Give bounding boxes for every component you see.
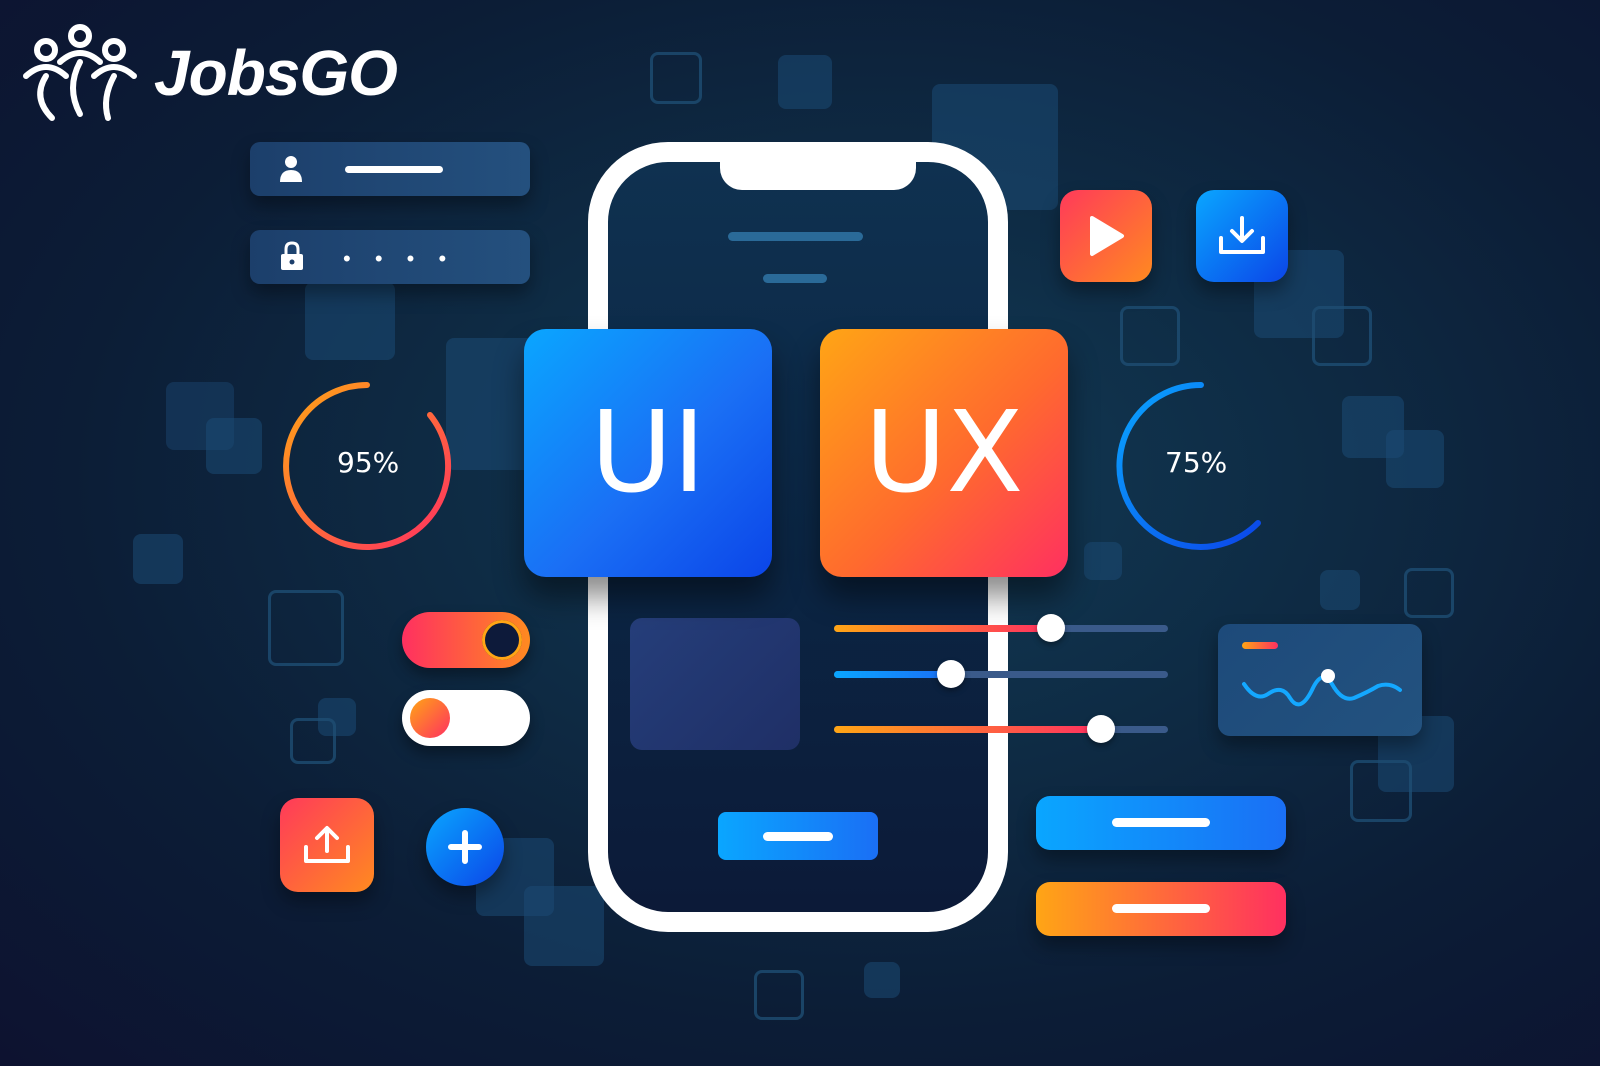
ux-card-label: UX xyxy=(864,388,1024,518)
lock-icon xyxy=(281,241,303,270)
deco-square xyxy=(206,418,262,474)
brand-logo[interactable]: JobsGO xyxy=(18,18,398,128)
brand-name: JobsGO xyxy=(154,37,398,109)
jobsgo-logo-icon xyxy=(23,24,137,121)
username-placeholder-line xyxy=(345,166,443,173)
gauge-label-95: 95% xyxy=(337,446,400,479)
user-icon xyxy=(280,156,302,182)
deco-square xyxy=(524,886,604,966)
password-mask: • • • • xyxy=(343,246,456,271)
download-button[interactable] xyxy=(1196,190,1288,282)
slider[interactable] xyxy=(834,614,1168,642)
username-field[interactable] xyxy=(250,142,530,196)
deco-square xyxy=(268,590,344,666)
password-field[interactable]: • • • • xyxy=(250,230,530,284)
play-button[interactable] xyxy=(1060,190,1152,282)
deco-square xyxy=(1404,568,1454,618)
upload-button[interactable] xyxy=(280,798,374,892)
deco-square xyxy=(650,52,702,104)
deco-square xyxy=(290,718,336,764)
slider-knob[interactable] xyxy=(1037,614,1066,642)
slider[interactable] xyxy=(834,660,1168,688)
ui-card-label: UI xyxy=(590,388,706,518)
upload-icon xyxy=(304,826,350,863)
pill-label-line xyxy=(1112,818,1210,827)
slider-fill xyxy=(834,671,951,678)
slider-fill xyxy=(834,726,1102,733)
deco-square xyxy=(446,338,536,470)
secondary-pill-button[interactable] xyxy=(1036,882,1286,936)
deco-square xyxy=(1320,570,1360,610)
plus-icon xyxy=(448,830,482,864)
image-placeholder xyxy=(630,618,800,750)
ui-card: UI xyxy=(524,329,772,577)
slider-knob[interactable] xyxy=(1087,715,1116,743)
toggle-knob xyxy=(410,698,450,738)
wave-chart-card xyxy=(1218,624,1422,736)
chart-title-line xyxy=(1242,642,1278,649)
deco-square xyxy=(1386,430,1444,488)
deco-square xyxy=(133,534,183,584)
download-icon xyxy=(1219,216,1265,254)
ux-card: UX xyxy=(820,329,1068,577)
toggle-knob xyxy=(482,620,522,660)
primary-pill-button[interactable] xyxy=(1036,796,1286,850)
deco-square xyxy=(754,970,804,1020)
deco-square xyxy=(864,962,900,998)
phone-cta-button[interactable] xyxy=(718,812,878,860)
slider-fill xyxy=(834,625,1052,632)
wave-chart-icon xyxy=(1242,669,1402,707)
deco-square xyxy=(1120,306,1180,366)
play-icon xyxy=(1090,216,1124,256)
screen-subtitle-line xyxy=(763,274,827,283)
phone-notch xyxy=(720,158,916,190)
cta-label-line xyxy=(763,832,833,841)
toggle-switch-off[interactable] xyxy=(402,690,530,746)
pill-label-line xyxy=(1112,904,1210,913)
slider[interactable] xyxy=(834,715,1168,743)
add-button[interactable] xyxy=(426,808,504,886)
deco-square xyxy=(305,282,395,360)
deco-square xyxy=(778,55,832,109)
slider-knob[interactable] xyxy=(936,660,965,688)
deco-square xyxy=(1312,306,1372,366)
deco-square xyxy=(1350,760,1412,822)
gauge-label-75: 75% xyxy=(1165,446,1228,479)
toggle-switch-on[interactable] xyxy=(402,612,530,668)
screen-title-line xyxy=(728,232,863,241)
